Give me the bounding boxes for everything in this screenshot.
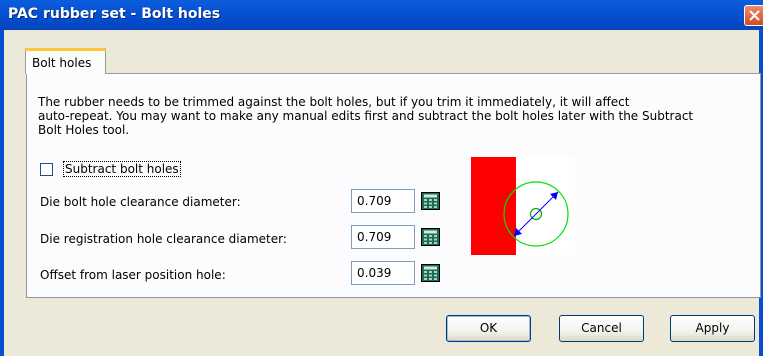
die-bolt-hole-input[interactable]: 0.709 <box>351 189 415 213</box>
close-icon <box>749 10 760 21</box>
ok-button[interactable]: OK <box>446 315 531 342</box>
bolt-hole-preview <box>471 157 575 255</box>
calculator-icon[interactable] <box>421 228 440 246</box>
die-registration-hole-label: Die registration hole clearance diameter… <box>40 232 287 246</box>
button-bar <box>4 298 759 356</box>
subtract-bolt-holes-checkbox[interactable] <box>40 163 53 176</box>
cancel-button[interactable]: Cancel <box>559 315 644 342</box>
title-bar[interactable]: PAC rubber set - Bolt holes <box>0 0 763 30</box>
calculator-icon[interactable] <box>421 264 440 282</box>
apply-button[interactable]: Apply <box>670 315 755 342</box>
tab-label: Bolt holes <box>32 56 92 70</box>
die-bolt-hole-label: Die bolt hole clearance diameter: <box>40 195 241 209</box>
tab-bolt-holes[interactable]: Bolt holes <box>25 48 106 74</box>
subtract-bolt-holes-label[interactable]: Subtract bolt holes <box>63 161 181 177</box>
die-registration-hole-input[interactable]: 0.709 <box>351 225 415 249</box>
laser-offset-input[interactable]: 0.039 <box>351 261 415 285</box>
close-button[interactable] <box>744 5 763 26</box>
laser-offset-label: Offset from laser position hole: <box>40 268 226 282</box>
dialog-window: PAC rubber set - Bolt holes Bolt holes T… <box>0 0 763 356</box>
description-text: The rubber needs to be trimmed against t… <box>38 95 694 137</box>
window-title: PAC rubber set - Bolt holes <box>8 6 221 22</box>
calculator-icon[interactable] <box>421 192 440 210</box>
